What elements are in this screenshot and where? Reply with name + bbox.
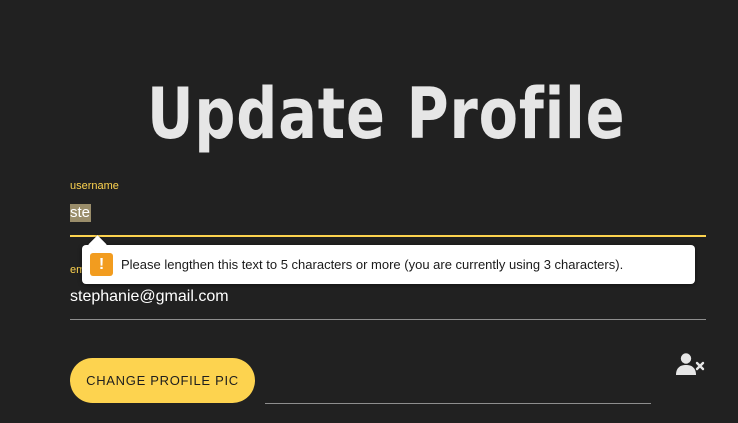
username-value[interactable]: ste <box>70 204 92 222</box>
warning-icon: ! <box>90 253 113 276</box>
validation-message: Please lengthen this text to 5 character… <box>121 257 624 272</box>
update-profile-page: Update Profile username ste email stepha… <box>0 0 738 423</box>
email-value[interactable]: stephanie@gmail.com <box>70 288 229 306</box>
file-input-underline <box>265 403 651 404</box>
username-input[interactable]: ste <box>70 201 706 237</box>
page-title: Update Profile <box>146 73 626 155</box>
user-remove-icon[interactable] <box>676 352 706 376</box>
tooltip-arrow <box>88 235 107 254</box>
email-input[interactable]: stephanie@gmail.com <box>70 286 706 320</box>
validation-tooltip: ! Please lengthen this text to 5 charact… <box>82 235 695 284</box>
change-profile-pic-button[interactable]: CHANGE PROFILE PIC <box>70 358 255 403</box>
username-label: username <box>70 180 119 192</box>
